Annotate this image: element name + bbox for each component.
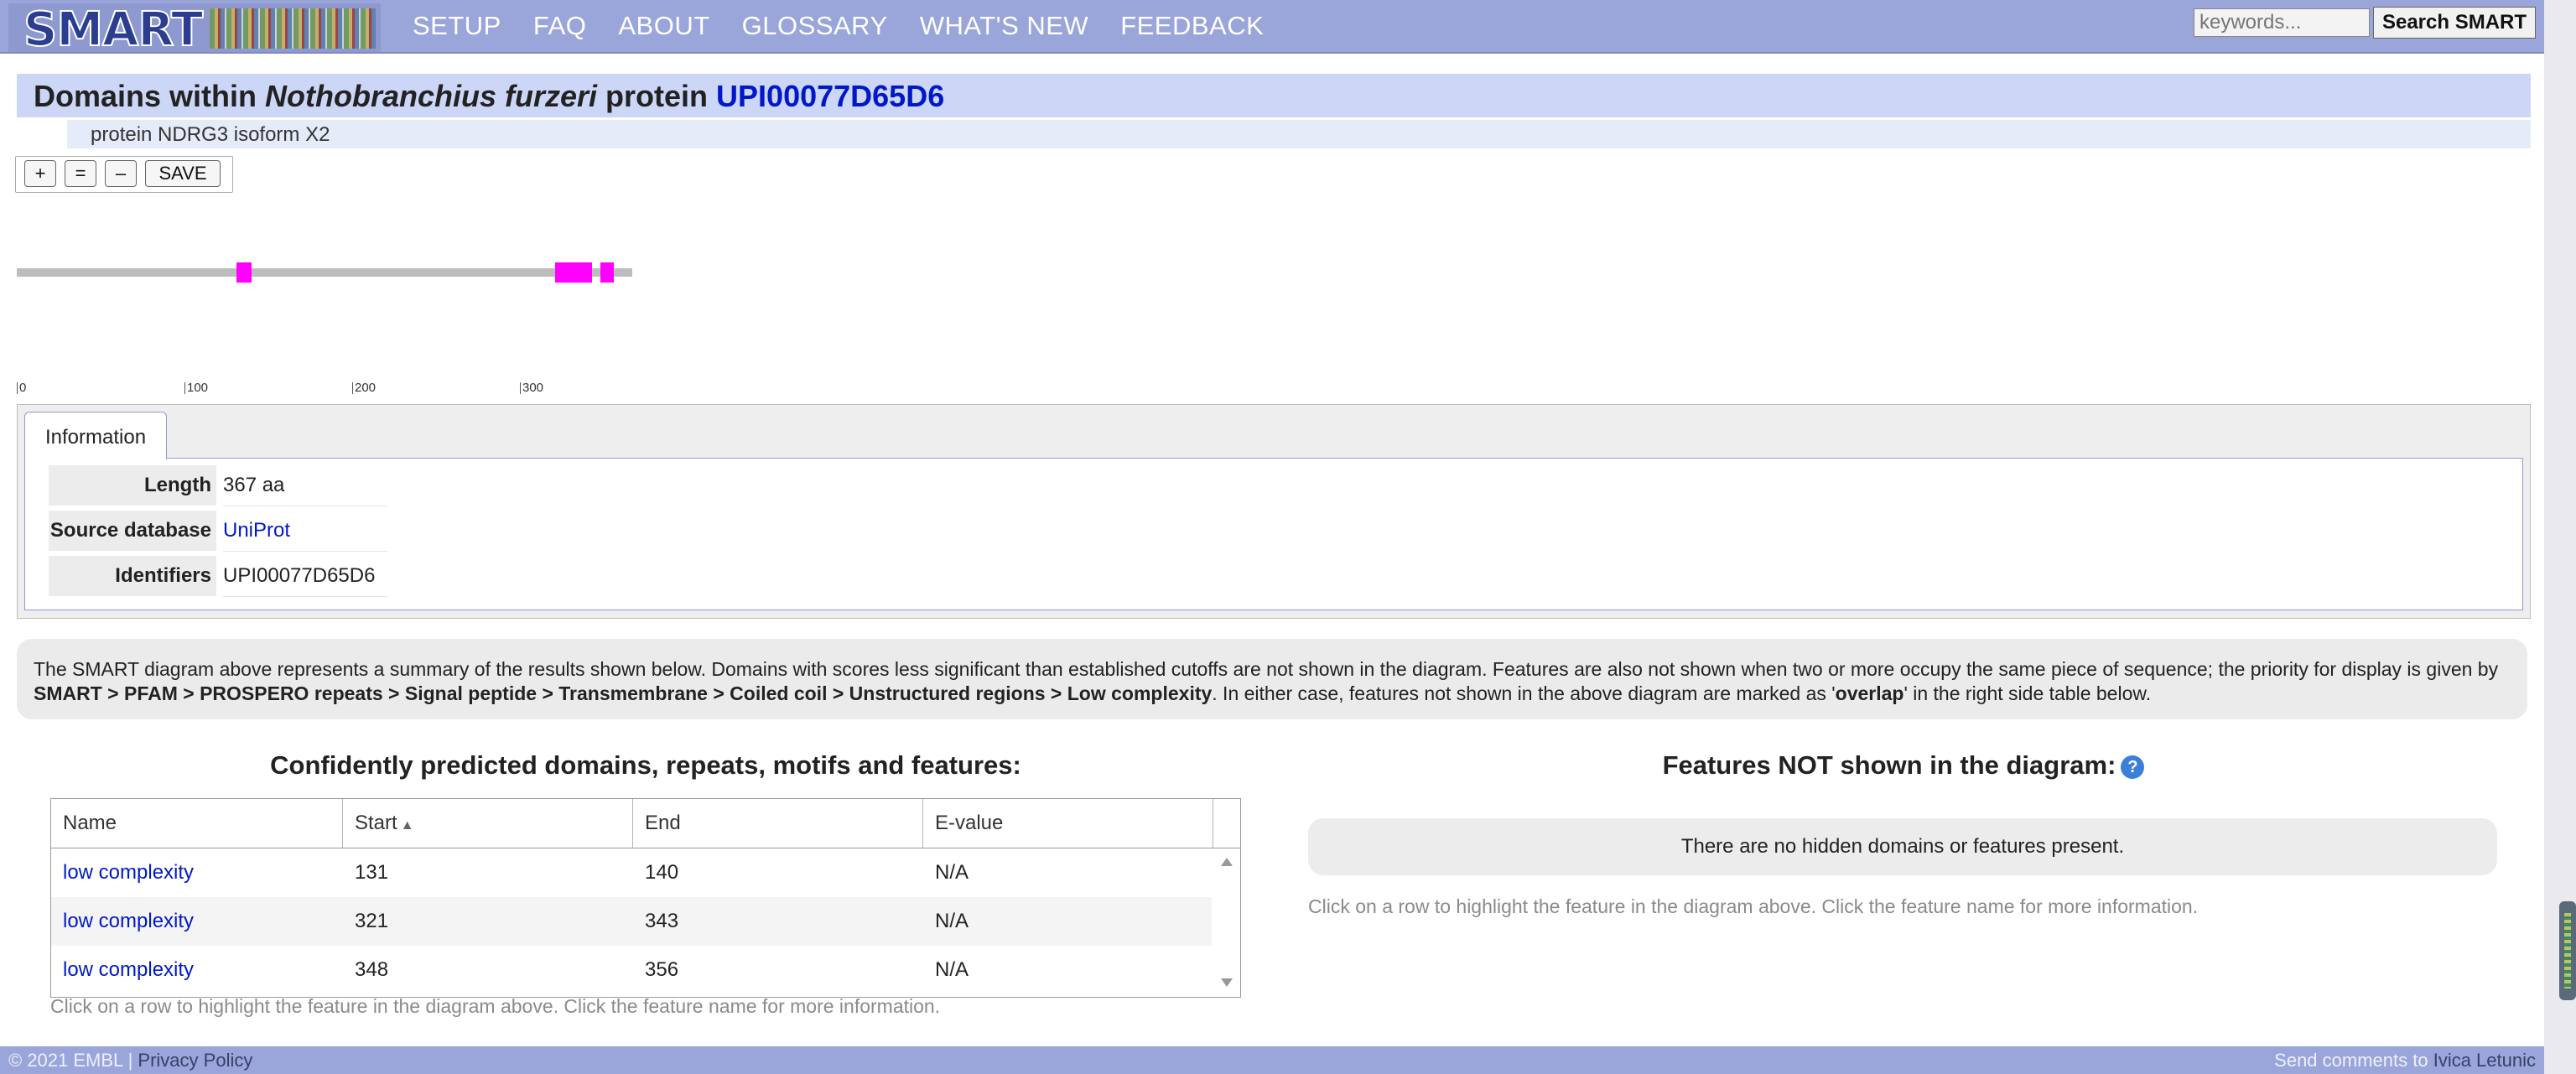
save-button[interactable]: SAVE [145, 160, 221, 187]
zoom-in-button[interactable]: + [24, 160, 56, 187]
diagram-explanation-note: The SMART diagram above represents a sum… [17, 639, 2527, 719]
footer-contact: Send comments to Ivica Letunic [2274, 1050, 2536, 1071]
page-title: Domains within Nothobranchius furzeri pr… [34, 79, 944, 114]
feature-evalue: N/A [935, 861, 969, 884]
logo-text: SMART [23, 3, 204, 57]
note-text-part: The SMART diagram above represents a sum… [34, 658, 2499, 680]
scale-tick: 0 [17, 381, 26, 394]
info-label: Identifiers [49, 556, 216, 596]
smart-logo[interactable]: SMART [8, 3, 381, 57]
hidden-features-heading: Features NOT shown in the diagram:? [1308, 750, 2499, 781]
sort-ascending-icon: ▲ [400, 818, 414, 833]
feature-evalue: N/A [935, 910, 969, 932]
feature-low-complexity[interactable] [600, 262, 614, 283]
info-value: 367 aa [223, 465, 387, 506]
protein-description: protein NDRG3 isoform X2 [91, 123, 330, 146]
title-bar: Domains within Nothobranchius furzeri pr… [17, 74, 2531, 117]
table-row[interactable]: low complexity 321 343 N/A [51, 897, 1212, 946]
scroll-down-arrow-icon[interactable] [1221, 978, 1233, 987]
feature-low-complexity[interactable] [236, 262, 252, 283]
logo-artwork [210, 8, 376, 49]
table-row[interactable]: low complexity 131 140 N/A [51, 848, 1212, 897]
scroll-up-arrow-icon[interactable] [1221, 858, 1233, 866]
uniprot-link[interactable]: UniProt [223, 511, 387, 552]
scale-tick: 300 [520, 381, 543, 394]
search-input[interactable] [2194, 8, 2370, 37]
footer-copyright: © 2021 EMBL | Privacy Policy [8, 1050, 252, 1071]
column-header-end[interactable]: End [633, 799, 923, 848]
info-label: Length [49, 465, 216, 506]
title-species: Nothobranchius furzeri [265, 79, 598, 113]
reset-zoom-button[interactable]: = [65, 160, 96, 187]
feature-name-link[interactable]: low complexity [51, 897, 343, 946]
info-value: UPI00077D65D6 [223, 556, 387, 597]
feature-start: 131 [355, 861, 389, 884]
predicted-features-heading: Confidently predicted domains, repeats, … [270, 750, 1021, 780]
send-comments-text: Send comments to [2274, 1050, 2433, 1071]
info-label: Source database [49, 511, 216, 551]
column-header-start[interactable]: Start ▲ [343, 799, 633, 848]
privacy-policy-link[interactable]: Privacy Policy [138, 1050, 252, 1071]
no-hidden-features-message: There are no hidden domains or features … [1308, 818, 2497, 875]
contact-link[interactable]: Ivica Letunic [2433, 1050, 2536, 1071]
zoom-out-button[interactable]: – [105, 160, 137, 187]
feature-start: 348 [355, 958, 389, 981]
scale-tick: 200 [352, 381, 376, 394]
column-header-evalue[interactable]: E-value [923, 799, 1213, 848]
feature-low-complexity[interactable] [555, 262, 592, 283]
feature-name-link[interactable]: low complexity [51, 848, 343, 897]
help-icon[interactable]: ? [2121, 755, 2145, 779]
top-navigation-bar: SMART SETUP FAQ ABOUT GLOSSARY WHAT'S NE… [0, 0, 2544, 57]
note-text: The SMART diagram above represents a sum… [34, 657, 2516, 706]
scale-tick: 100 [184, 381, 208, 394]
nav-glossary[interactable]: GLOSSARY [742, 11, 888, 41]
information-box: Information Length 367 aa Source databas… [17, 404, 2531, 619]
nav-setup[interactable]: SETUP [413, 11, 501, 41]
hidden-features-heading-text: Features NOT shown in the diagram: [1662, 750, 2116, 780]
nav-whats-new[interactable]: WHAT'S NEW [920, 11, 1089, 41]
search-button[interactable]: Search SMART [2373, 7, 2536, 39]
nav-faq[interactable]: FAQ [533, 11, 587, 41]
feature-end: 140 [645, 861, 679, 884]
note-text-part: . In either case, features not shown in … [1212, 682, 1836, 704]
hidden-table-hint: Click on a row to highlight the feature … [1308, 895, 2199, 917]
column-header-name[interactable]: Name [51, 799, 343, 848]
subtitle-bar: protein NDRG3 isoform X2 [67, 120, 2531, 148]
column-header-start-label: Start [355, 812, 397, 834]
tab-information[interactable]: Information [24, 412, 167, 459]
feature-evalue: N/A [935, 958, 969, 981]
table-header: Name Start ▲ End E-value [51, 799, 1240, 848]
copyright-text: © 2021 EMBL | [8, 1050, 138, 1071]
note-priority: SMART > PFAM > PROSPERO repeats > Signal… [34, 682, 1213, 704]
main-nav: SETUP FAQ ABOUT GLOSSARY WHAT'S NEW FEED… [413, 0, 1264, 52]
title-middle: protein [597, 79, 717, 113]
title-prefix: Domains within [34, 79, 266, 113]
page-scrollbar-thumb[interactable] [2559, 901, 2576, 1000]
title-protein-id-link[interactable]: UPI00077D65D6 [716, 79, 944, 113]
sequence-backbone[interactable] [17, 268, 632, 277]
table-scrollbar[interactable] [1213, 848, 1240, 997]
footer: © 2021 EMBL | Privacy Policy Send commen… [0, 1046, 2544, 1074]
nav-about[interactable]: ABOUT [618, 11, 709, 41]
column-header-spacer [1213, 799, 1240, 848]
feature-end: 343 [645, 910, 679, 932]
table-row[interactable]: low complexity 348 356 N/A [51, 946, 1212, 994]
nav-feedback[interactable]: FEEDBACK [1120, 11, 1264, 41]
features-table: Name Start ▲ End E-value low complexity 1… [50, 798, 1241, 998]
diagram-toolbar: + = – SAVE [15, 156, 233, 193]
note-text-part: ' in the right side table below. [1903, 682, 2152, 704]
domain-diagram: 0 100 200 300 [17, 252, 637, 402]
feature-end: 356 [645, 958, 679, 981]
table-hint: Click on a row to highlight the feature … [50, 995, 941, 1017]
information-panel: Length 367 aa Source database UniProt Id… [24, 458, 2523, 610]
note-overlap: overlap [1835, 682, 1904, 704]
feature-start: 321 [355, 910, 389, 932]
tab-information-label: Information [45, 426, 147, 449]
feature-name-link[interactable]: low complexity [51, 946, 343, 994]
